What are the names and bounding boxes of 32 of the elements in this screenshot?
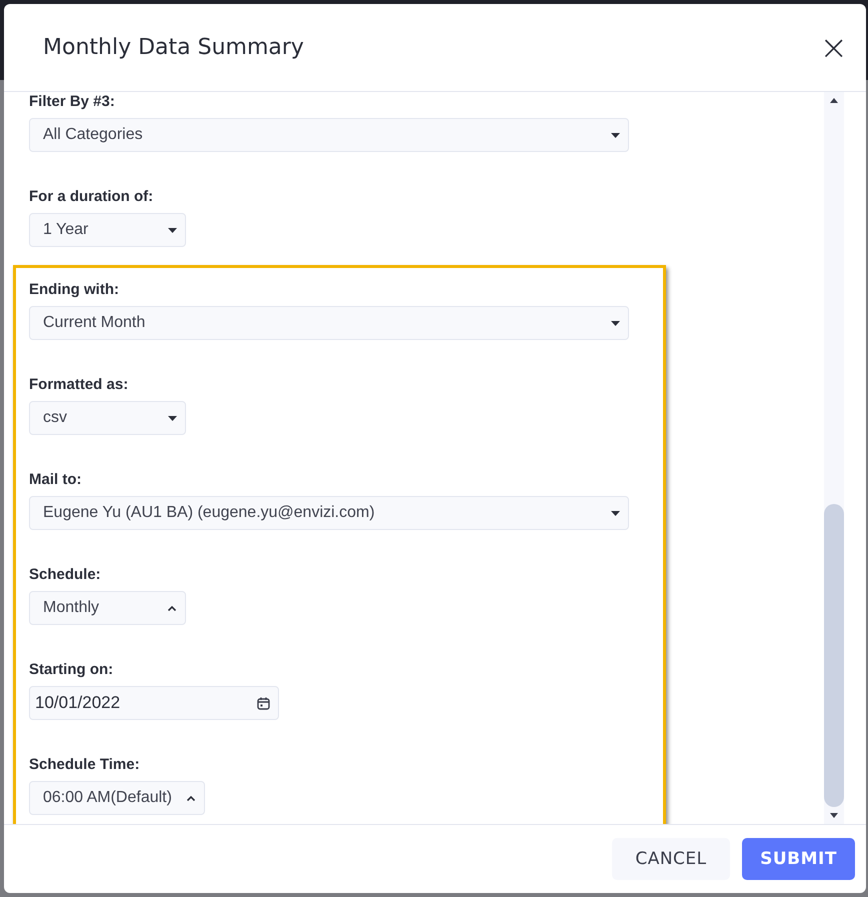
field-label: Schedule:	[29, 565, 102, 585]
field-label: Formatted as:	[29, 375, 130, 395]
scroll-down-icon[interactable]	[830, 813, 838, 818]
chevron-up-icon	[186, 794, 196, 802]
caret-down-icon	[168, 416, 177, 420]
field-label: Schedule Time:	[29, 755, 141, 775]
dropdown[interactable]: Eugene Yu (AU1 BA) (eugene.yu@envizi.com)	[29, 496, 629, 530]
dropdown[interactable]: Monthly	[29, 591, 186, 625]
dialog-title: Monthly Data Summary	[43, 35, 304, 60]
submit-button[interactable]: SUBMIT	[742, 838, 855, 880]
close-button[interactable]: ×	[816, 30, 852, 64]
field-label: Starting on:	[29, 660, 114, 680]
scroll-thumb[interactable]	[824, 504, 844, 807]
dropdown[interactable]: All Categories	[29, 118, 629, 152]
dropdown[interactable]: csv	[29, 401, 186, 435]
caret-down-icon	[168, 228, 177, 232]
date-field[interactable]: 10/01/2022	[29, 686, 279, 720]
field-label: For a duration of:	[29, 187, 154, 207]
dropdown[interactable]: Current Month	[29, 306, 629, 340]
field-label: Mail to:	[29, 470, 82, 490]
dropdown[interactable]: 06:00 AM(Default)	[29, 781, 205, 815]
scroll-up-icon[interactable]	[830, 98, 838, 103]
caret-down-icon	[611, 132, 620, 138]
cancel-button[interactable]: CANCEL	[612, 838, 730, 880]
dropdown[interactable]: 1 Year	[29, 213, 186, 247]
caret-down-icon	[611, 510, 620, 516]
field-label: Ending with:	[29, 280, 120, 300]
caret-down-icon	[611, 320, 620, 326]
calendar-icon	[257, 696, 270, 710]
field-label: Filter By #3:	[29, 92, 116, 112]
chevron-up-icon	[167, 604, 177, 612]
scrollbar[interactable]	[824, 92, 844, 824]
